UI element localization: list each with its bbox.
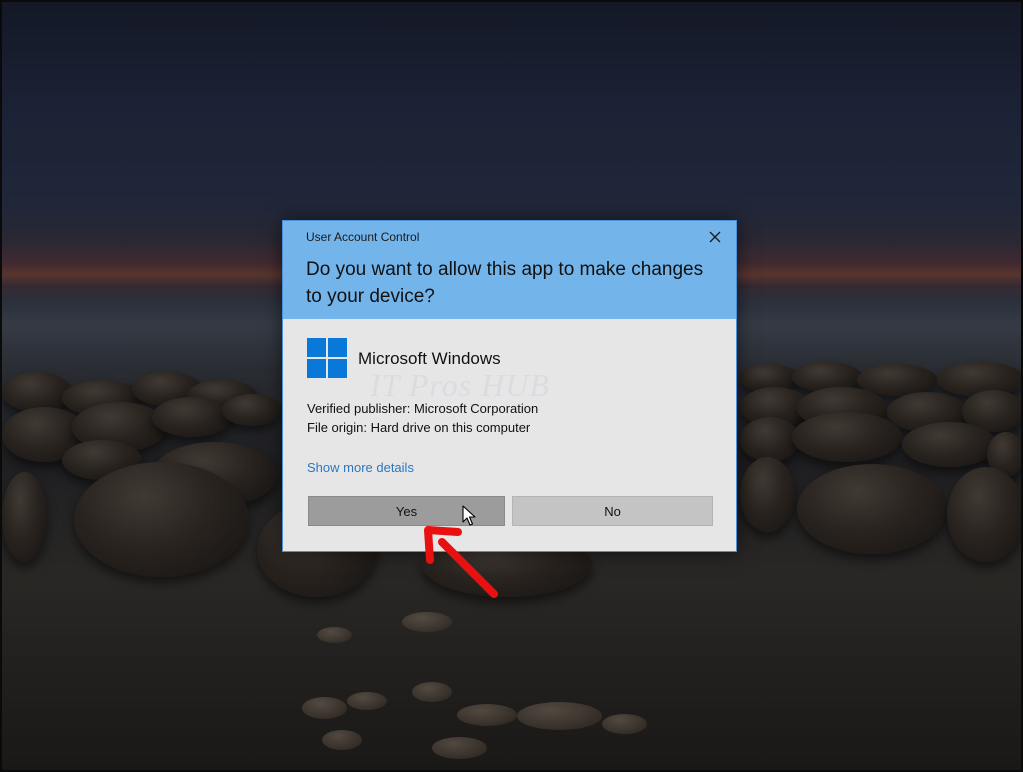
- file-origin-text: File origin: Hard drive on this computer: [307, 420, 531, 435]
- no-button[interactable]: No: [512, 496, 713, 526]
- no-button-label: No: [604, 503, 621, 519]
- uac-dialog: User Account Control Do you want to allo…: [282, 220, 737, 552]
- dialog-question: Do you want to allow this app to make ch…: [306, 259, 704, 307]
- app-name: Microsoft Windows: [358, 349, 501, 368]
- dialog-caption: User Account Control: [306, 230, 420, 244]
- windows-logo-icon: [307, 338, 347, 378]
- yes-button-label: Yes: [395, 503, 418, 519]
- show-more-details-link[interactable]: Show more details: [307, 460, 414, 475]
- red-arrow-icon: [424, 526, 498, 598]
- close-button[interactable]: [702, 225, 728, 249]
- uac-body: Microsoft Windows IT Pros HUB Verified p…: [283, 319, 736, 551]
- watermark: IT Pros HUB: [370, 367, 550, 403]
- close-icon: [709, 231, 721, 243]
- uac-header: User Account Control Do you want to allo…: [283, 221, 736, 319]
- publisher-text: Verified publisher: Microsoft Corporatio…: [307, 401, 539, 416]
